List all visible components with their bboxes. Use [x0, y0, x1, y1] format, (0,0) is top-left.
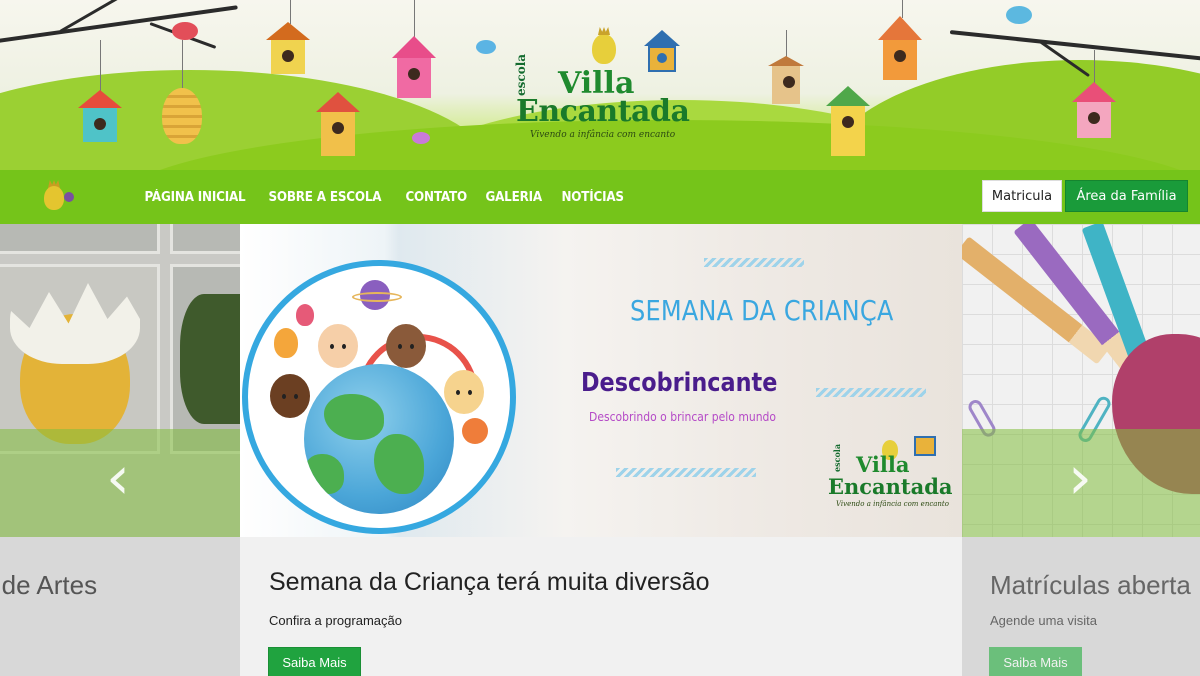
- rope-decoration: [414, 0, 415, 38]
- banner-logo-encantada: Encantada: [828, 474, 953, 499]
- matricula-button[interactable]: Matricula: [982, 180, 1062, 212]
- globe-icon: [304, 364, 454, 514]
- balloon-icon: [296, 304, 314, 326]
- rope-decoration: [1094, 50, 1095, 84]
- bird-icon: [172, 22, 198, 40]
- birdhouse-icon: [826, 86, 870, 156]
- balloon-icon: [274, 328, 298, 358]
- butterfly-icon: [412, 132, 430, 144]
- slide-subtitle-next: Agende uma visita: [990, 613, 1097, 628]
- home-logo-icon[interactable]: [42, 180, 76, 214]
- slide-title-active[interactable]: Semana da Criança terá muita diversão: [269, 568, 710, 597]
- banner-heading: SEMANA DA CRIANÇA: [630, 294, 894, 327]
- child-face-icon: [318, 324, 358, 368]
- area-da-familia-button[interactable]: Área da Família: [1065, 180, 1188, 212]
- birdhouse-icon: [1072, 82, 1116, 138]
- banner-tagline: Descobrindo o brincar pelo mundo: [589, 410, 777, 424]
- news-carousel: a de Artes SEMANA DA CRIANÇA Descobrinca…: [0, 224, 1200, 676]
- slide-subtitle-active: Confira a programação: [269, 613, 402, 628]
- branch-decoration: [0, 5, 238, 44]
- birdhouse-icon: [768, 56, 804, 104]
- slide-caption: [0, 537, 240, 676]
- birdhouse-icon: [78, 90, 122, 142]
- frog-artwork: [180, 294, 240, 424]
- birdhouse-icon: [266, 22, 310, 74]
- banner-logo-tagline: Vivendo a infância com encanto: [836, 500, 949, 508]
- nav-item-sobre-a-escola[interactable]: SOBRE A ESCOLA: [262, 190, 388, 205]
- logo-encantada-text: Encantada: [516, 94, 690, 129]
- birdhouse-icon: [316, 92, 360, 156]
- planet-icon: [352, 280, 402, 310]
- logo-birdhouse-icon: [914, 436, 936, 456]
- school-logo[interactable]: escola Villa Encantada Vivendo a infânci…: [514, 30, 694, 150]
- header-banner: escola Villa Encantada Vivendo a infânci…: [0, 0, 1200, 170]
- birdhouse-icon: [392, 36, 436, 98]
- chevron-right-icon[interactable]: ›: [1060, 448, 1100, 510]
- slide-title-next[interactable]: Matrículas aberta: [990, 570, 1191, 601]
- nav-item-noticias[interactable]: NOTÍCIAS: [555, 190, 630, 205]
- stripe-decoration: [816, 388, 926, 397]
- carousel-slide-active[interactable]: SEMANA DA CRIANÇA Descobrincante Descobr…: [240, 224, 962, 676]
- saiba-mais-button-next[interactable]: Saiba Mais: [989, 647, 1082, 676]
- butterfly-icon: [476, 40, 496, 54]
- slide-image-semana-da-crianca: SEMANA DA CRIANÇA Descobrincante Descobr…: [240, 224, 962, 537]
- banner-event-name: Descobrincante: [581, 368, 778, 398]
- rope-decoration: [290, 0, 291, 24]
- branch-decoration: [949, 30, 1200, 62]
- rope-decoration: [786, 30, 787, 58]
- bird-icon: [1006, 6, 1032, 24]
- slide-title-previous[interactable]: a de Artes: [0, 570, 97, 601]
- nav-item-pagina-inicial[interactable]: PÁGINA INICIAL: [138, 190, 252, 205]
- stripe-decoration: [616, 468, 756, 477]
- logo-bird-icon: [592, 34, 616, 64]
- logo-tagline: Vivendo a infância com encanto: [530, 130, 676, 140]
- birdhouse-icon: [878, 16, 922, 80]
- child-face-icon: [386, 324, 426, 368]
- logo-birdhouse-icon: [644, 30, 680, 72]
- chevron-left-icon[interactable]: ‹: [98, 448, 138, 510]
- nav-menu: PÁGINA INICIAL SOBRE A ESCOLA CONTATO GA…: [138, 170, 637, 224]
- art-frame: [170, 224, 240, 254]
- beehive-icon: [162, 88, 202, 144]
- rope-decoration: [182, 40, 183, 88]
- child-face-icon: [270, 374, 310, 418]
- nav-item-galeria[interactable]: GALERIA: [479, 190, 548, 205]
- banner-logo-escola: escola: [832, 443, 842, 472]
- nav-item-contato[interactable]: CONTATO: [399, 190, 473, 205]
- stripe-decoration: [704, 258, 804, 267]
- child-face-icon: [444, 370, 484, 414]
- art-frame: [0, 224, 160, 254]
- logo-escola-text: escola: [514, 53, 528, 96]
- banner-school-logo: escola Villa Encantada Vivendo a infânci…: [828, 436, 953, 518]
- saiba-mais-button[interactable]: Saiba Mais: [268, 647, 361, 676]
- ball-icon: [462, 418, 488, 444]
- rope-decoration: [100, 40, 101, 92]
